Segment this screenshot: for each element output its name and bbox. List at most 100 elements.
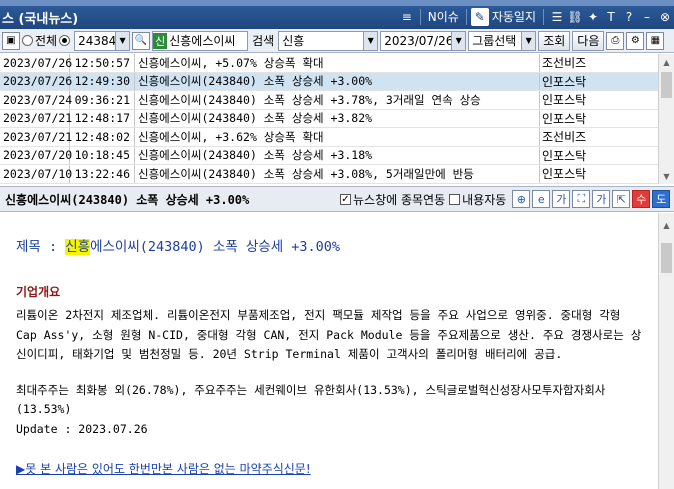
news-source: 인포스탁 bbox=[542, 167, 587, 182]
article-header-bar: 신흥에스이씨(243840) 소폭 상승세 +3.00% ✓ 뉴스창에 종목연동 … bbox=[0, 186, 674, 212]
radio-dot bbox=[22, 35, 33, 46]
auto-content-label: 내용자동 bbox=[462, 192, 507, 207]
news-row[interactable]: 2023/07/21 12:48:02 신흥에스이씨, +3.62% 상승폭 확대 조… bbox=[0, 128, 658, 147]
update-date: Update : 2023.07.26 bbox=[16, 421, 148, 436]
news-title: 신흥에스이씨(243840) 소폭 상승세 +3.82% bbox=[135, 109, 540, 127]
menu-icon[interactable]: ≡ bbox=[398, 8, 416, 26]
expand-icon[interactable]: ▦ bbox=[646, 31, 665, 50]
article-header-title: 신흥에스이씨(243840) 소폭 상승세 +3.00% bbox=[5, 192, 250, 207]
scroll-thumb[interactable] bbox=[661, 72, 672, 98]
close-icon[interactable]: ⊗ bbox=[656, 8, 674, 26]
pin-icon[interactable]: ✦ bbox=[584, 8, 602, 26]
news-issue-button[interactable]: N이슈 bbox=[428, 8, 459, 25]
divider bbox=[465, 8, 467, 25]
news-date: 2023/07/20 bbox=[0, 146, 72, 164]
news-source: 인포스탁 bbox=[542, 111, 587, 126]
news-date: 2023/07/24 bbox=[0, 91, 72, 109]
share-icon[interactable]: ⇱ bbox=[612, 190, 631, 208]
font-large-button[interactable]: 가 bbox=[592, 190, 611, 208]
stock-name-value: 신흥에스이씨 bbox=[169, 34, 236, 48]
auto-journal-button[interactable]: 자동일지 bbox=[492, 8, 536, 25]
group-select-value: 그룹선택 bbox=[472, 34, 517, 48]
minimize-icon[interactable]: – bbox=[638, 8, 656, 26]
promo-link[interactable]: ▶못 본 사람은 있어도 한번만본 사람은 없는 마약주식신문! bbox=[16, 460, 642, 477]
help-button[interactable]: ? bbox=[620, 8, 638, 26]
edit-button[interactable]: 수 bbox=[632, 190, 651, 208]
chevron-down-icon[interactable]: ▼ bbox=[521, 31, 536, 50]
news-row[interactable]: 2023/07/24 09:36:21 신흥에스이씨(243840) 소폭 상승세 … bbox=[0, 91, 658, 110]
news-date: 2023/07/26 bbox=[0, 72, 72, 90]
checkbox-unchecked[interactable] bbox=[449, 193, 461, 205]
chevron-down-icon[interactable]: ▼ bbox=[363, 31, 378, 50]
browser-icon[interactable]: e bbox=[532, 190, 551, 208]
article-scrollbar[interactable]: ▲ bbox=[658, 213, 674, 489]
shareholders-text: 최대주주는 최화봉 외(26.78%), 주요주주는 세컨웨이브 유한회사(13… bbox=[16, 382, 606, 417]
date-picker[interactable]: 2023/07/26 ▼ bbox=[380, 30, 467, 51]
subject-rest: 에스이씨(243840) 소폭 상승세 +3.00% bbox=[90, 239, 341, 255]
group-select[interactable]: 그룹선택 ▼ bbox=[468, 30, 537, 51]
next-button[interactable]: 다음 bbox=[572, 30, 605, 51]
article-content: 제목 : 신흥에스이씨(243840) 소폭 상승세 +3.00% 기업개요 리… bbox=[0, 213, 658, 489]
scroll-up-icon[interactable]: ▲ bbox=[659, 54, 674, 70]
link-news-checkbox[interactable]: ✓ 뉴스창에 종목연동 bbox=[340, 191, 445, 208]
subject-highlight: 신흥 bbox=[65, 239, 91, 255]
news-title: 신흥에스이씨(243840) 소폭 상승세 +3.78%, 3거래일 연속 상승 bbox=[135, 91, 540, 109]
news-row[interactable]: 2023/07/26 12:49:30 신흥에스이씨(243840) 소폭 상승세 … bbox=[0, 72, 658, 91]
fullscreen-icon[interactable]: ⛶ bbox=[572, 190, 591, 208]
search-value: 신흥 bbox=[282, 34, 305, 48]
subject-prefix: 제목 : bbox=[16, 239, 66, 255]
news-time: 12:49:30 bbox=[70, 72, 135, 90]
date-value: 2023/07/26 bbox=[384, 33, 454, 48]
search-input[interactable]: 신흥 ▼ bbox=[278, 30, 379, 51]
print-icon[interactable]: ⎙ bbox=[606, 31, 625, 50]
news-source: 조선비즈 bbox=[542, 130, 587, 145]
stock-name-field: 신 신흥에스이씨 bbox=[152, 30, 249, 51]
radio-stock[interactable] bbox=[59, 35, 72, 46]
news-row[interactable]: 2023/07/10 13:22:46 신흥에스이씨(243840) 소폭 상승세 … bbox=[0, 165, 658, 184]
news-list-scrollbar[interactable]: ▲ ▼ bbox=[658, 54, 674, 184]
news-title: 신흥에스이씨, +5.07% 상승폭 확대 bbox=[135, 54, 540, 72]
link-news-label: 뉴스창에 종목연동 bbox=[353, 192, 446, 207]
news-source: 인포스탁 bbox=[542, 74, 587, 89]
search-toolbar: ▣ 전체 243840 ▼ 🔍 신 신흥에스이씨 검색 신흥 ▼ 2023/07/26… bbox=[0, 29, 674, 53]
scroll-thumb[interactable] bbox=[661, 243, 672, 273]
news-title: 신흥에스이씨, +3.62% 상승폭 확대 bbox=[135, 128, 540, 146]
news-title: 신흥에스이씨(243840) 소폭 상승세 +3.18% bbox=[135, 146, 540, 164]
search-icon[interactable]: ⊕ bbox=[512, 190, 531, 208]
chevron-down-icon[interactable]: ▼ bbox=[115, 31, 130, 50]
news-time: 09:36:21 bbox=[70, 91, 135, 109]
news-time: 12:48:02 bbox=[70, 128, 135, 146]
window-title: 스 (국내뉴스) bbox=[2, 12, 79, 27]
credit-badge: 신 bbox=[153, 32, 168, 49]
draw-button[interactable]: 도 bbox=[652, 190, 671, 208]
stock-code-combo[interactable]: 243840 ▼ bbox=[74, 30, 131, 51]
news-time: 10:18:45 bbox=[70, 146, 135, 164]
radio-all[interactable]: 전체 bbox=[22, 32, 57, 49]
scroll-up-icon[interactable]: ▲ bbox=[659, 217, 674, 233]
settings-icon[interactable]: ⚙ bbox=[626, 31, 645, 50]
list-icon[interactable]: ☰ bbox=[548, 8, 566, 26]
checkbox-checked[interactable]: ✓ bbox=[340, 193, 351, 205]
search-icon[interactable]: 🔍 bbox=[132, 31, 151, 50]
query-button[interactable]: 조회 bbox=[538, 30, 571, 51]
window-icon[interactable]: ▣ bbox=[2, 31, 20, 50]
scroll-down-icon[interactable]: ▼ bbox=[659, 168, 674, 184]
news-row[interactable]: 2023/07/20 10:18:45 신흥에스이씨(243840) 소폭 상승세 … bbox=[0, 146, 658, 165]
news-row[interactable]: 2023/07/26 12:50:57 신흥에스이씨, +5.07% 상승폭 확대 조… bbox=[0, 54, 658, 73]
news-source: 인포스탁 bbox=[542, 148, 587, 163]
auto-content-checkbox[interactable]: 내용자동 bbox=[449, 191, 506, 208]
news-row[interactable]: 2023/07/21 12:48:17 신흥에스이씨(243840) 소폭 상승세 … bbox=[0, 109, 658, 128]
news-title: 신흥에스이씨(243840) 소폭 상승세 +3.00% bbox=[135, 72, 540, 90]
chevron-down-icon[interactable]: ▼ bbox=[451, 31, 466, 50]
divider bbox=[543, 8, 544, 25]
news-source: 인포스탁 bbox=[542, 93, 587, 108]
news-date: 2023/07/26 bbox=[0, 54, 72, 72]
font-small-button[interactable]: 가 bbox=[552, 190, 571, 208]
font-button[interactable]: T bbox=[602, 8, 620, 26]
title-bar: 스 (국내뉴스) ≡ N이슈 ✎ 자동일지 ☰ ⛓ ✦ T ? – ⊗ bbox=[0, 0, 674, 29]
radio-dot-selected bbox=[59, 35, 71, 46]
news-time: 12:48:17 bbox=[70, 109, 135, 127]
journal-icon[interactable]: ✎ bbox=[470, 7, 489, 26]
article-subject: 제목 : 신흥에스이씨(243840) 소폭 상승세 +3.00% bbox=[16, 235, 642, 255]
link-icon[interactable]: ⛓ bbox=[566, 8, 584, 26]
